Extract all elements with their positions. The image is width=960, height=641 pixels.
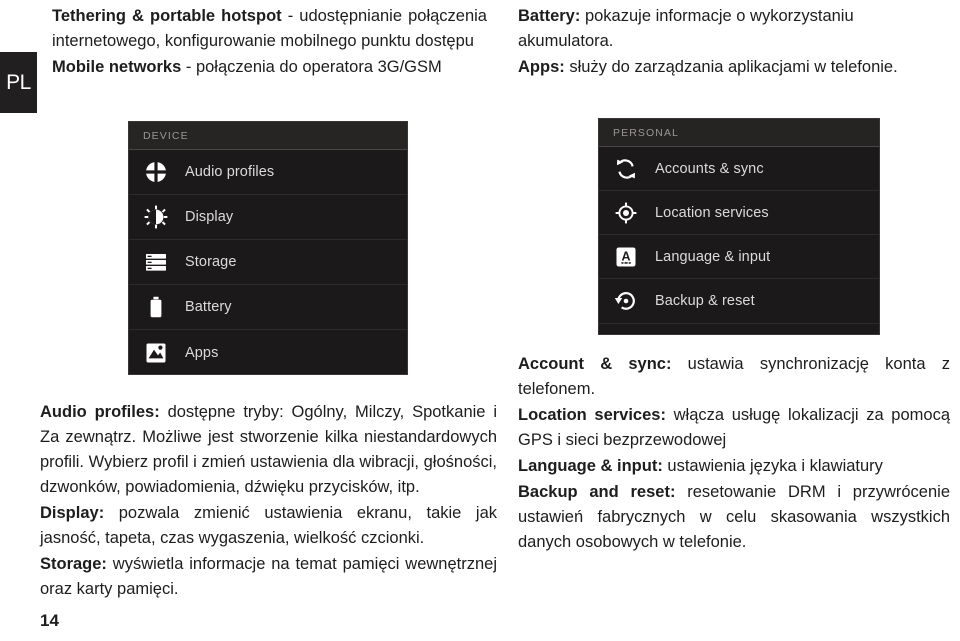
device-settings-list: Audio profiles Display Storage Battery A… xyxy=(129,150,407,374)
display-brightness-icon xyxy=(143,204,169,230)
settings-row-label: Language & input xyxy=(655,248,771,265)
paragraph-location-services: Location services: włącza usługę lokaliz… xyxy=(518,403,950,453)
paragraph-apps: Apps: służy do zarządzania aplikacjami w… xyxy=(518,55,950,80)
paragraph-backup-reset: Backup and reset: resetowanie DRM i przy… xyxy=(518,480,950,555)
settings-row-label: Backup & reset xyxy=(655,293,755,309)
screenshot-device-settings: DEVICE Audio profiles Display Storage Ba… xyxy=(128,121,408,375)
personal-settings-list: Accounts & sync Location services A Lang… xyxy=(599,147,879,323)
term-storage: Storage: xyxy=(40,555,107,573)
settings-row-apps[interactable]: Apps xyxy=(129,330,407,374)
paragraph-language-input: Language & input: ustawienia języka i kl… xyxy=(518,454,950,479)
paragraph-display: Display: pozwala zmienić ustawienia ekra… xyxy=(40,501,497,551)
bottom-left-text-column: Audio profiles: dostępne tryby: Ogólny, … xyxy=(40,400,497,603)
settings-row-label: Display xyxy=(185,209,234,225)
term-account-sync: Account & sync: xyxy=(518,355,672,373)
term-backup-reset: Backup and reset: xyxy=(518,483,676,501)
top-left-text-column: Tethering & portable hotspot - udostępni… xyxy=(52,4,487,81)
backup-reset-icon xyxy=(613,288,639,314)
term-battery: Battery: xyxy=(518,7,581,25)
audio-profiles-icon xyxy=(143,159,169,185)
term-tethering: Tethering & portable hotspot xyxy=(52,7,282,25)
language-tab-pl: PL xyxy=(0,52,37,113)
settings-row-label: Apps xyxy=(185,344,219,361)
apps-icon xyxy=(143,340,169,366)
settings-row-label: Battery xyxy=(185,299,232,315)
desc-display: pozwala zmienić ustawienia ekranu, takie… xyxy=(40,504,497,547)
svg-text:A: A xyxy=(621,249,630,263)
page-root: PL Tethering & portable hotspot - udostę… xyxy=(0,0,960,641)
settings-row-display[interactable]: Display xyxy=(129,195,407,240)
settings-row-label: Location services xyxy=(655,204,769,221)
settings-row-language-input[interactable]: A Language & input xyxy=(599,235,879,279)
desc-storage: wyświetla informacje na temat pamięci we… xyxy=(40,555,497,598)
settings-row-storage[interactable]: Storage xyxy=(129,240,407,285)
bottom-right-text-column: Account & sync: ustawia synchronizację k… xyxy=(518,352,950,556)
language-a-icon: A xyxy=(613,244,639,270)
top-right-text-column: Battery: pokazuje informacje o wykorzyst… xyxy=(518,4,950,81)
paragraph-mobile-networks: Mobile networks - połączenia do operator… xyxy=(52,55,487,80)
settings-row-backup-reset[interactable]: Backup & reset xyxy=(599,279,879,323)
term-audio-profiles: Audio profiles: xyxy=(40,403,160,421)
paragraph-storage: Storage: wyświetla informacje na temat p… xyxy=(40,552,497,602)
paragraph-battery: Battery: pokazuje informacje o wykorzyst… xyxy=(518,4,950,54)
term-apps: Apps: xyxy=(518,58,565,76)
settings-row-battery[interactable]: Battery xyxy=(129,285,407,330)
term-mobile-networks: Mobile networks xyxy=(52,58,182,76)
term-language-input: Language & input: xyxy=(518,457,663,475)
settings-row-accounts-sync[interactable]: Accounts & sync xyxy=(599,147,879,191)
screenshot-personal-settings: PERSONAL Accounts & sync Location servic… xyxy=(598,118,880,335)
desc-language-input: ustawienia języka i klawiatury xyxy=(662,457,883,475)
settings-row-label: Accounts & sync xyxy=(655,160,764,177)
language-tab-label: PL xyxy=(6,70,31,94)
storage-icon xyxy=(143,249,169,275)
settings-row-label: Storage xyxy=(185,254,237,270)
settings-row-location-services[interactable]: Location services xyxy=(599,191,879,235)
page-number: 14 xyxy=(40,611,59,630)
settings-row-label: Audio profiles xyxy=(185,164,275,180)
personal-section-header: PERSONAL xyxy=(599,119,879,147)
term-location-services: Location services: xyxy=(518,406,666,424)
paragraph-tethering: Tethering & portable hotspot - udostępni… xyxy=(52,4,487,54)
settings-row-audio-profiles[interactable]: Audio profiles xyxy=(129,150,407,195)
battery-icon xyxy=(143,294,169,320)
sync-icon xyxy=(613,156,639,182)
paragraph-account-sync: Account & sync: ustawia synchronizację k… xyxy=(518,352,950,402)
location-crosshair-icon xyxy=(613,200,639,226)
paragraph-audio-profiles: Audio profiles: dostępne tryby: Ogólny, … xyxy=(40,400,497,500)
term-display: Display: xyxy=(40,504,105,522)
desc-apps: służy do zarządzania aplikacjami w telef… xyxy=(564,58,898,76)
panel-footer-spacer xyxy=(599,323,879,333)
desc-mobile-networks: - połączenia do operatora 3G/GSM xyxy=(181,58,442,76)
device-section-header: DEVICE xyxy=(129,122,407,150)
